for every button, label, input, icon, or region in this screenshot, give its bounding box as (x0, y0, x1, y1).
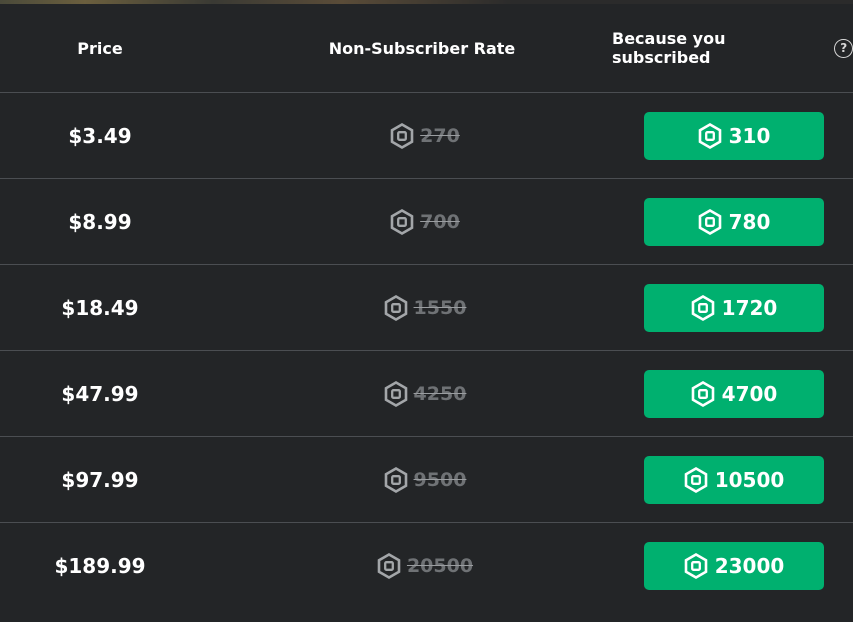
subscribed-amount: 1720 (721, 296, 778, 320)
table-row: $18.49 1550 1720 (0, 265, 853, 351)
price-cell: $8.99 (68, 209, 132, 234)
robux-pricing-page: Price Non-Subscriber Rate Because you su… (0, 0, 853, 622)
price-cell: $47.99 (61, 381, 139, 406)
robux-icon (691, 295, 714, 321)
price-cell: $18.49 (61, 295, 139, 320)
table-row: $8.99 700 780 (0, 179, 853, 265)
non-subscriber-amount: 700 (420, 210, 460, 233)
non-subscriber-rate-header: Non-Subscriber Rate (328, 38, 516, 58)
non-subscriber-rate-cell: 4250 (300, 351, 550, 436)
non-subscriber-rate-cell: 9500 (300, 437, 550, 522)
buy-robux-button[interactable]: 23000 (644, 542, 824, 590)
table-row: $3.49 270 310 (0, 93, 853, 179)
subscribed-amount: 4700 (721, 382, 778, 406)
subscribed-amount: 23000 (714, 554, 785, 578)
subscribed-rate-label: Because you subscribed (612, 29, 726, 67)
robux-icon (698, 209, 721, 235)
price-cell: $3.49 (68, 123, 132, 148)
non-subscriber-amount: 9500 (413, 468, 467, 491)
robux-icon (384, 380, 407, 407)
non-subscriber-amount: 20500 (406, 554, 474, 577)
robux-icon (684, 553, 708, 579)
price-column-header: Price (77, 38, 123, 58)
robux-icon (684, 467, 708, 493)
robux-icon (698, 123, 721, 149)
robux-icon (390, 208, 414, 235)
buy-robux-button[interactable]: 310 (644, 112, 824, 160)
non-subscriber-amount: 4250 (413, 382, 467, 405)
non-subscriber-amount: 1550 (413, 296, 467, 319)
buy-robux-button[interactable]: 4700 (644, 370, 824, 418)
table-header: Price Non-Subscriber Rate Because you su… (0, 4, 853, 93)
help-circle-icon[interactable]: ? (834, 38, 853, 58)
robux-icon (390, 122, 414, 149)
subscribed-amount: 10500 (714, 468, 785, 492)
buy-robux-button[interactable]: 1720 (644, 284, 824, 332)
pricing-table: $3.49 270 310 $8.99 700 780 $18.49 1550 … (0, 93, 853, 608)
buy-robux-button[interactable]: 780 (644, 198, 824, 246)
table-row: $97.99 9500 10500 (0, 437, 853, 523)
non-subscriber-amount: 270 (420, 124, 460, 147)
subscribed-rate-header: Because you subscribed ? (600, 4, 853, 92)
subscribed-amount: 310 (728, 124, 771, 148)
non-subscriber-rate-cell: 1550 (300, 265, 550, 350)
table-row: $189.99 20500 23000 (0, 523, 853, 608)
table-row: $47.99 4250 4700 (0, 351, 853, 437)
robux-icon (384, 466, 407, 493)
robux-icon (384, 294, 407, 321)
buy-robux-button[interactable]: 10500 (644, 456, 824, 504)
price-cell: $189.99 (54, 553, 146, 578)
price-cell: $97.99 (61, 467, 139, 492)
non-subscriber-rate-cell: 700 (300, 179, 550, 264)
non-subscriber-rate-cell: 20500 (300, 523, 550, 608)
non-subscriber-rate-cell: 270 (300, 93, 550, 178)
robux-icon (377, 552, 401, 579)
subscribed-amount: 780 (728, 210, 771, 234)
robux-icon (691, 381, 714, 407)
